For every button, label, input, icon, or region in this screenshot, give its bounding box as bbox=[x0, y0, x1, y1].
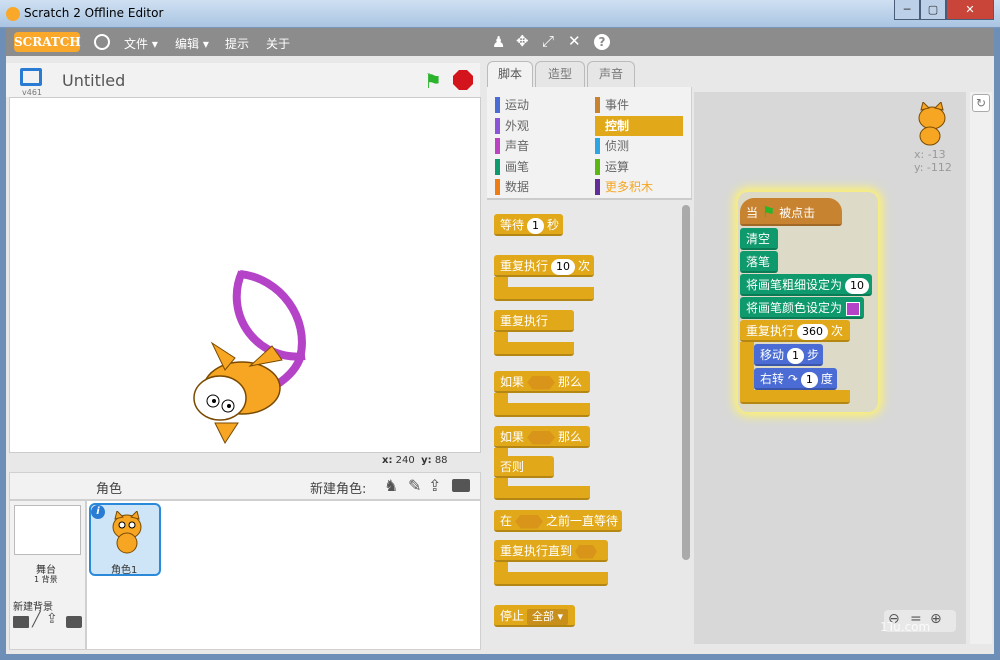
block-stop[interactable]: 停止 全部 ▾ bbox=[494, 605, 575, 627]
maximize-button[interactable]: ▢ bbox=[920, 0, 946, 20]
tab-sounds[interactable]: 声音 bbox=[587, 61, 635, 87]
mouse-coords: x: 240 y: 88 bbox=[382, 455, 448, 466]
title-bar: Scratch 2 Offline Editor ─ ▢ ✕ bbox=[0, 0, 1000, 28]
stage-drawing bbox=[193, 270, 306, 445]
camera-icon[interactable] bbox=[452, 479, 470, 492]
menu-about[interactable]: 关于 bbox=[266, 35, 290, 52]
upload-icon[interactable]: ⇪ bbox=[428, 476, 441, 495]
delete-icon[interactable]: ✥ bbox=[516, 32, 529, 50]
block-move[interactable]: 移动 1 步 bbox=[754, 344, 823, 366]
block-clear[interactable]: 清空 bbox=[740, 228, 778, 250]
sprites-title: 角色 bbox=[96, 482, 123, 497]
stage-thumbnail[interactable] bbox=[14, 505, 81, 555]
sprite-cat-icon bbox=[918, 102, 946, 146]
sprite-name: 角色1 bbox=[111, 565, 138, 576]
block-set-pen-color[interactable]: 将画笔颜色设定为 bbox=[740, 297, 865, 319]
menu-edit[interactable]: 编辑 ▾ bbox=[175, 35, 209, 52]
minimize-button[interactable]: ─ bbox=[894, 0, 920, 20]
refresh-icon[interactable]: ↻ bbox=[972, 94, 990, 112]
block-repeat-until[interactable]: 重复执行直到 bbox=[494, 540, 608, 562]
duplicate-icon[interactable]: ♟ bbox=[492, 33, 505, 51]
block-if[interactable]: 如果 那么 bbox=[494, 371, 590, 393]
block-pen-down[interactable]: 落笔 bbox=[740, 251, 778, 273]
stop-icon[interactable] bbox=[453, 70, 473, 90]
block-forever[interactable]: 重复执行 bbox=[494, 310, 574, 332]
backdrop-count: 1 背景 bbox=[34, 575, 58, 584]
menu-file[interactable]: 文件 ▾ bbox=[124, 35, 158, 52]
grow-icon[interactable]: ⤢ bbox=[542, 32, 554, 50]
window-title: Scratch 2 Offline Editor bbox=[24, 6, 164, 20]
script-area-scrollbar[interactable]: ↻ bbox=[970, 92, 992, 644]
sprite-x-readout: x: -13 bbox=[914, 148, 946, 161]
block-set-pen-size[interactable]: 将画笔粗细设定为 10 bbox=[740, 274, 873, 296]
info-icon[interactable]: i bbox=[91, 505, 105, 519]
sprite-pane-header: 角色 新建角色: ♞ ✎ ⇪ bbox=[9, 472, 481, 500]
category-8[interactable]: 数据 bbox=[495, 177, 529, 197]
script-area[interactable]: x: -13 y: -112 当 ⚑ 被点击 清空 落笔 将画笔粗细设定为 10 … bbox=[694, 92, 966, 644]
sprite-y-readout: y: -112 bbox=[914, 161, 952, 174]
palette-blocks: 等待 1 秒 重复执行 10 次 重复执行 如果 那么 如果 那么 否则 在之前一直等待 重… bbox=[487, 199, 692, 651]
stage-thumbnail-pane: 舞台 1 背景 新建背景 ╱ ⇪ bbox=[9, 500, 86, 650]
backdrop-upload-icon[interactable]: ⇪ bbox=[46, 611, 58, 627]
backdrop-camera-icon[interactable] bbox=[66, 616, 82, 628]
backdrop-library-icon[interactable] bbox=[13, 616, 29, 628]
watermark: 1Tu.com bbox=[880, 620, 931, 634]
color-swatch[interactable] bbox=[846, 301, 861, 316]
menu-bar: SCRATCH 文件 ▾ 编辑 ▾ 提示 关于 ♟ ✥ ⤢ ✕ ? bbox=[6, 28, 994, 56]
category-9[interactable]: 更多积木 bbox=[595, 177, 653, 197]
block-wait-until[interactable]: 在之前一直等待 bbox=[494, 510, 622, 532]
tab-scripts[interactable]: 脚本 bbox=[487, 61, 533, 88]
block-repeat[interactable]: 重复执行 10 次 bbox=[494, 255, 594, 277]
palette-scrollbar[interactable] bbox=[682, 205, 690, 560]
sprite-cat-thumbnail bbox=[112, 511, 142, 554]
category-4[interactable]: 声音 bbox=[495, 136, 529, 156]
category-list: 运动 事件外观 控制声音 侦测画笔 运算数据 更多积木 bbox=[495, 95, 685, 200]
category-1[interactable]: 事件 bbox=[595, 95, 629, 115]
zoom-in-icon[interactable]: ⊕ bbox=[930, 611, 942, 627]
app-icon bbox=[6, 7, 20, 21]
shrink-icon[interactable]: ✕ bbox=[568, 32, 581, 50]
help-icon[interactable]: ? bbox=[594, 34, 610, 50]
scratch-logo[interactable]: SCRATCH bbox=[14, 32, 81, 52]
block-turn-right[interactable]: 右转 ↷ 1 度 bbox=[754, 368, 837, 390]
category-3[interactable]: 控制 bbox=[595, 115, 683, 136]
stage-canvas[interactable] bbox=[9, 97, 481, 453]
globe-icon[interactable] bbox=[94, 34, 110, 50]
block-else-label: 否则 bbox=[494, 456, 554, 478]
category-5[interactable]: 侦测 bbox=[595, 136, 629, 156]
tab-costumes[interactable]: 造型 bbox=[535, 61, 585, 87]
project-title[interactable]: Untitled bbox=[62, 71, 125, 90]
stage-header: v461 Untitled ⚑ bbox=[6, 63, 480, 97]
category-7[interactable]: 运算 bbox=[595, 157, 629, 177]
close-button[interactable]: ✕ bbox=[946, 0, 994, 20]
hat-green-flag[interactable]: 当 ⚑ 被点击 bbox=[740, 198, 842, 226]
backdrop-paint-icon[interactable]: ╱ bbox=[32, 612, 40, 628]
block-repeat-360[interactable]: 重复执行 360 次 bbox=[740, 320, 850, 342]
category-0[interactable]: 运动 bbox=[495, 95, 529, 115]
sprite-tile[interactable]: i 角色1 bbox=[89, 503, 161, 576]
fullscreen-icon[interactable] bbox=[20, 68, 42, 86]
sprite-library-icon[interactable]: ♞ bbox=[384, 476, 398, 495]
paint-icon[interactable]: ✎ bbox=[408, 476, 421, 495]
block-wait[interactable]: 等待 1 秒 bbox=[494, 214, 563, 236]
version-label: v461 bbox=[22, 88, 43, 97]
green-flag-icon[interactable]: ⚑ bbox=[424, 69, 442, 93]
new-sprite-label: 新建角色: bbox=[310, 482, 367, 497]
category-2[interactable]: 外观 bbox=[495, 116, 529, 136]
menu-tips[interactable]: 提示 bbox=[225, 35, 249, 52]
category-6[interactable]: 画笔 bbox=[495, 157, 529, 177]
block-if-else[interactable]: 如果 那么 bbox=[494, 426, 590, 448]
sprite-list: i 角色1 bbox=[86, 500, 481, 650]
cat-sprite[interactable] bbox=[193, 341, 283, 445]
